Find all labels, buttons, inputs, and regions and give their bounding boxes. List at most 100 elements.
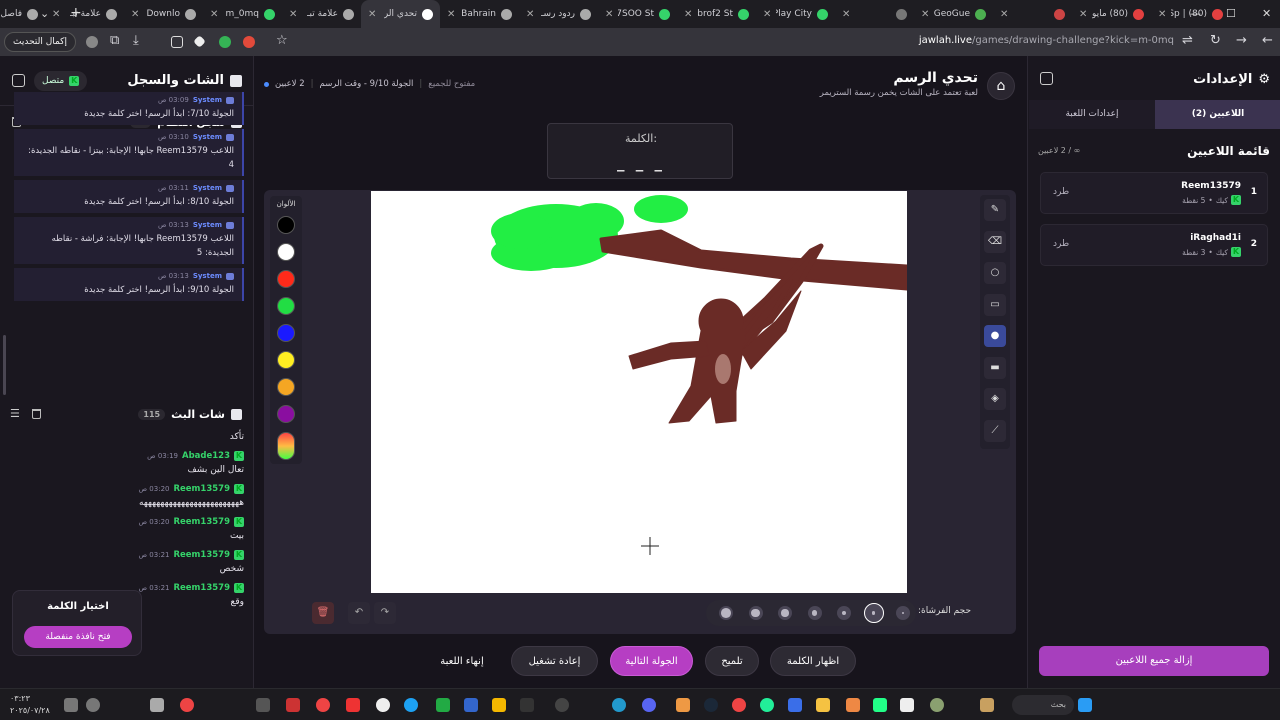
show-word-button[interactable]: اظهار الكلمة [770, 646, 856, 676]
browser-tab[interactable]: (80) مايو ✕ [1072, 0, 1151, 28]
extension-icon[interactable] [243, 36, 255, 48]
tab-close-icon[interactable]: ✕ [1079, 9, 1087, 20]
browser-tab[interactable]: GeoGue ✕ [914, 0, 993, 28]
tab-close-icon[interactable]: ✕ [52, 9, 60, 20]
chat-username[interactable]: Reem13579 [173, 550, 230, 560]
app-icon[interactable] [256, 698, 270, 712]
browser-tab[interactable]: ✕ [993, 0, 1072, 28]
discord-icon[interactable] [642, 698, 656, 712]
app-icon[interactable] [612, 698, 626, 712]
app-icon[interactable] [555, 698, 569, 712]
brush-size-option[interactable] [748, 606, 763, 620]
undo-icon[interactable]: ↶ [348, 602, 370, 624]
color-swatch[interactable] [277, 378, 295, 396]
brush-size-option[interactable] [837, 606, 851, 620]
tab-close-icon[interactable]: ✕ [447, 9, 455, 20]
tab-close-icon[interactable]: ✕ [526, 9, 534, 20]
pencil-tool-icon[interactable]: ✎ [984, 199, 1006, 221]
maximize-window-icon[interactable]: ☐ [1226, 7, 1236, 20]
back-icon[interactable]: ← [1262, 33, 1273, 48]
chrome-icon[interactable] [732, 698, 746, 712]
tab-close-icon[interactable]: ✕ [368, 9, 376, 20]
close-window-icon[interactable]: ✕ [1262, 7, 1271, 20]
color-swatch[interactable] [277, 297, 295, 315]
browser-tab[interactable]: فاصل إعـ✕ [0, 0, 45, 28]
chat-username[interactable]: Reem13579 [173, 484, 230, 494]
circle-tool-icon[interactable]: ○ [984, 262, 1006, 284]
brush-size-option[interactable] [807, 606, 822, 620]
tab-close-icon[interactable]: ✕ [605, 9, 613, 20]
color-swatch[interactable] [277, 324, 295, 342]
taskbar-search[interactable]: بحث [1012, 695, 1074, 715]
browser-tab[interactable]: Bahrain ✕ [440, 0, 519, 28]
app-icon[interactable] [930, 698, 944, 712]
tab-players[interactable]: اللاعبين (2) [1155, 100, 1280, 129]
browser-tab[interactable]: Downlo ✕ [124, 0, 203, 28]
app-icon[interactable] [316, 698, 330, 712]
open-popup-button[interactable]: فتح نافذة منفصلة [24, 626, 132, 648]
redo-icon[interactable]: ↷ [374, 602, 396, 624]
end-game-button[interactable]: إنهاء اللعبة [420, 646, 504, 676]
brush-size-option[interactable] [896, 606, 910, 620]
fill-tool-icon[interactable]: ◈ [984, 388, 1006, 410]
browser-tab[interactable]: Play City ✕ [756, 0, 835, 28]
tab-game-settings[interactable]: إعدادات اللعبة [1029, 100, 1155, 129]
app-icon[interactable] [404, 698, 418, 712]
app-icon[interactable] [150, 698, 164, 712]
windows-start-icon[interactable] [1078, 698, 1092, 712]
filter-icon[interactable]: ☰ [10, 407, 20, 420]
chat-username[interactable]: Abade123 [182, 451, 230, 461]
tab-close-icon[interactable]: ✕ [842, 9, 850, 20]
chat-username[interactable]: Reem13579 [173, 583, 230, 593]
forward-icon[interactable]: → [1236, 33, 1247, 48]
kick-player-button[interactable]: طرد [1053, 187, 1069, 197]
browser-tab[interactable]: 7SOO St ✕ [598, 0, 677, 28]
color-swatch[interactable] [277, 405, 295, 423]
tab-close-icon[interactable]: ✕ [210, 9, 218, 20]
tab-close-icon[interactable]: ✕ [1158, 9, 1166, 20]
app-icon[interactable] [676, 698, 690, 712]
app-icon[interactable] [346, 698, 360, 712]
brush-size-option[interactable] [778, 606, 792, 620]
line-tool-icon[interactable]: ⟋ [984, 419, 1006, 442]
tab-close-icon[interactable]: ✕ [289, 9, 297, 20]
browser-tab[interactable]: ✕ [835, 0, 914, 28]
browser-tab[interactable]: تحدي الر ✕ [361, 0, 440, 28]
tab-close-icon[interactable]: ✕ [684, 9, 692, 20]
collapse-sidebar-icon[interactable] [12, 74, 25, 87]
browser-tab[interactable]: m_0mq ✕ [203, 0, 282, 28]
home-button[interactable]: ⌂ [987, 72, 1015, 100]
color-swatch[interactable] [277, 243, 295, 261]
tab-search-icon[interactable]: ⌄ [40, 7, 49, 20]
url-field[interactable]: jawlah.live/games/drawing-challenge?kick… [919, 35, 1174, 46]
site-settings-icon[interactable]: ⇌ [1182, 33, 1193, 48]
reload-icon[interactable]: ↻ [1210, 33, 1221, 48]
next-round-button[interactable]: الجولة التالية [610, 646, 693, 676]
kick-player-button[interactable]: طرد [1053, 239, 1069, 249]
tab-close-icon[interactable]: ✕ [1000, 9, 1008, 20]
app-icon[interactable] [520, 698, 534, 712]
app-icon[interactable] [180, 698, 194, 712]
color-swatch[interactable] [277, 351, 295, 369]
restart-button[interactable]: إعادة تشغيل [511, 646, 598, 676]
app-icon[interactable] [873, 698, 887, 712]
taskbar-clock[interactable]: ٠٣:٢٣ ٢٠٢٥/٠٧/٢٨ [10, 693, 50, 717]
downloads-icon[interactable]: ⤓ [133, 33, 139, 48]
app-icon[interactable] [816, 698, 830, 712]
brush-size-option[interactable] [719, 606, 733, 620]
filled-rect-tool-icon[interactable]: ▬ [984, 356, 1006, 379]
bookmark-star-icon[interactable]: ☆ [276, 33, 288, 48]
tab-close-icon[interactable]: ✕ [131, 9, 139, 20]
extension-icon[interactable] [171, 36, 183, 48]
app-icon[interactable] [286, 698, 300, 712]
color-swatch[interactable] [277, 216, 295, 234]
app-icon[interactable] [436, 698, 450, 712]
dot-tool-icon[interactable]: ● [984, 325, 1006, 347]
update-button[interactable]: إكمال التحديث [4, 32, 76, 52]
custom-color-picker[interactable] [277, 432, 295, 460]
drawing-canvas[interactable] [371, 191, 909, 593]
color-swatch[interactable] [277, 270, 295, 288]
clear-canvas-icon[interactable]: 🗑 [312, 602, 334, 624]
app-icon[interactable] [980, 698, 994, 712]
extensions-menu-icon[interactable]: ⧉ [110, 33, 119, 48]
